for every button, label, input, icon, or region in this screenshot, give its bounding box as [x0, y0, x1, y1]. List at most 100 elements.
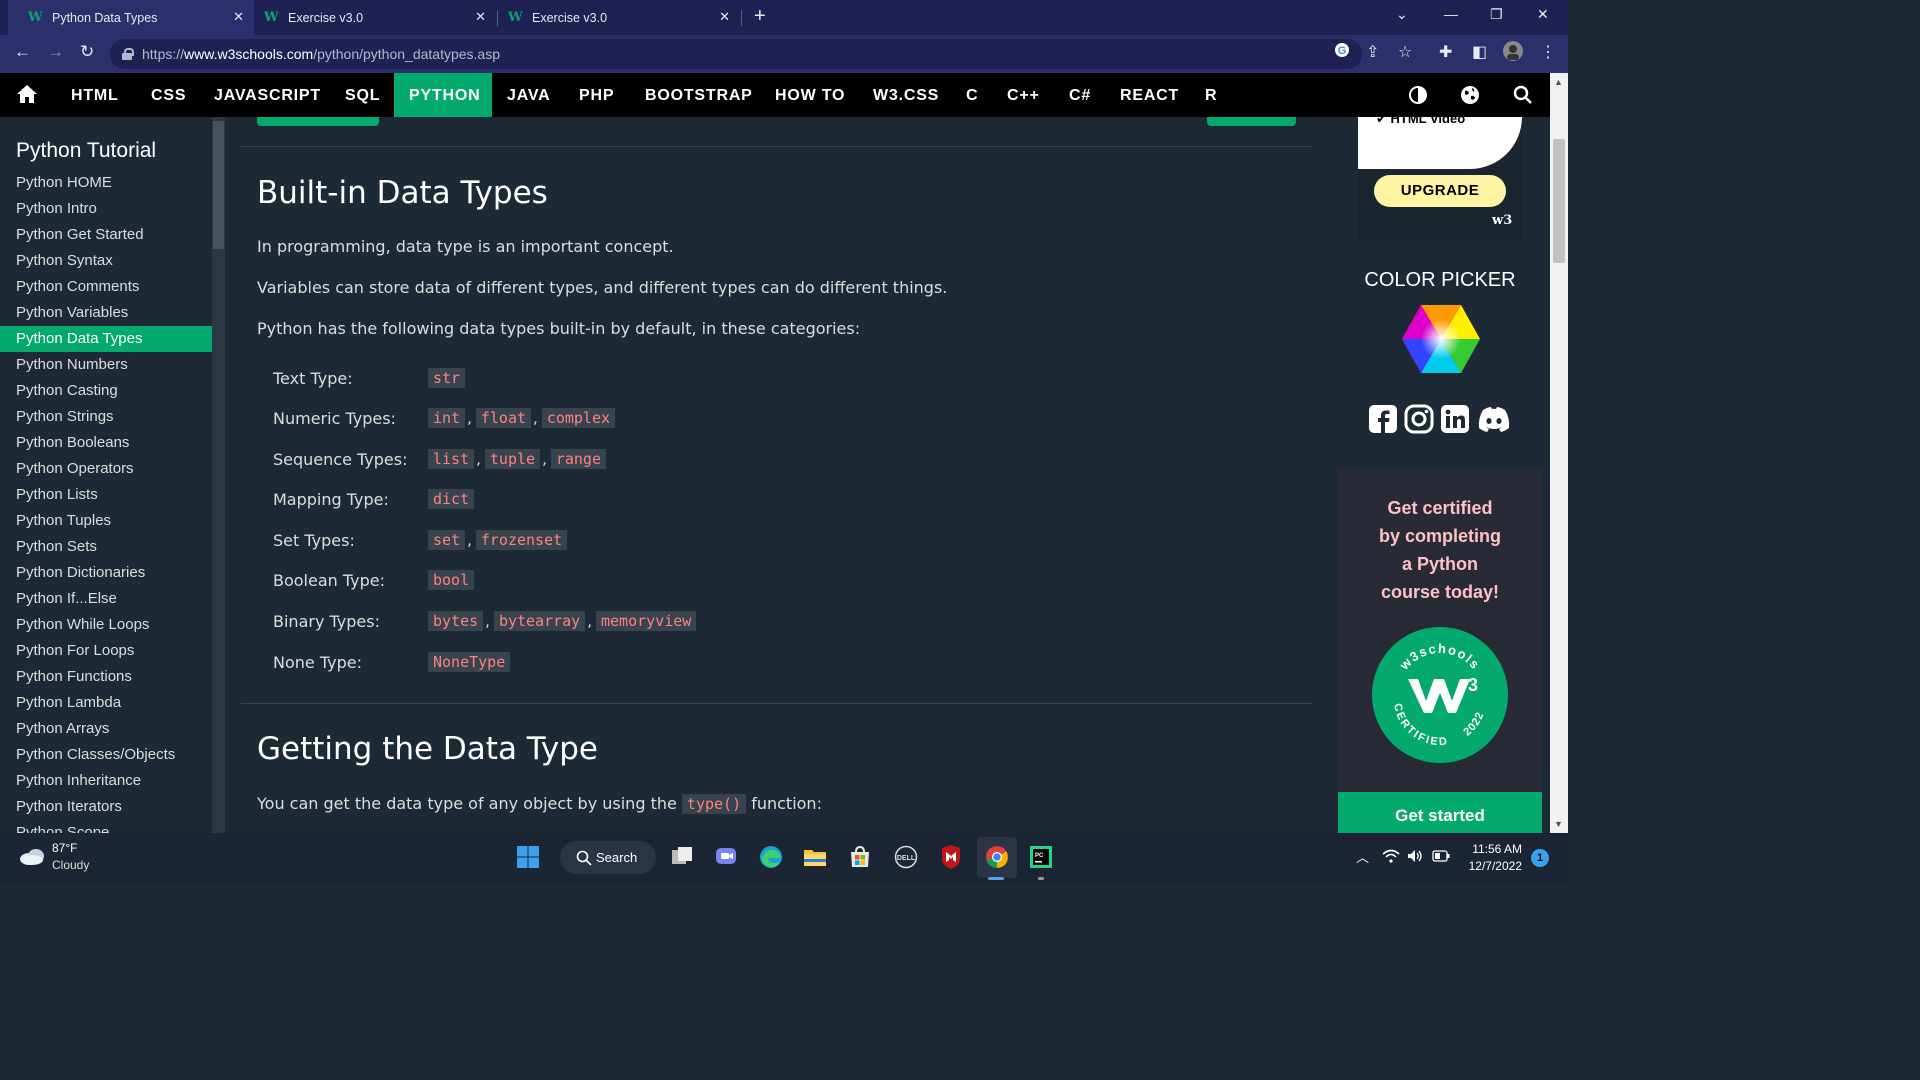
nav-css[interactable]: CSS [136, 73, 201, 117]
sidebar-item-python-inheritance[interactable]: Python Inheritance [0, 768, 212, 794]
sidebar-item-python-variables[interactable]: Python Variables [0, 300, 212, 326]
browser-tab[interactable]: W Python Data Types ✕ [8, 0, 254, 35]
sidebar-item-python-comments[interactable]: Python Comments [0, 274, 212, 300]
discord-icon[interactable] [1476, 404, 1512, 434]
sidebar-item-python-operators[interactable]: Python Operators [0, 456, 212, 482]
sidebar-item-python-lambda[interactable]: Python Lambda [0, 690, 212, 716]
weather-temperature[interactable]: 87°F [52, 841, 77, 855]
nav-r[interactable]: R [1190, 73, 1232, 117]
file-explorer-icon[interactable] [803, 845, 827, 869]
chrome-menu-icon[interactable]: ⋮ [1540, 42, 1556, 62]
task-view-icon[interactable] [670, 845, 694, 869]
next-button[interactable] [1207, 117, 1296, 126]
color-picker-title[interactable]: COLOR PICKER [1328, 269, 1552, 292]
nav-python[interactable]: PYTHON [394, 73, 492, 117]
battery-icon[interactable] [1432, 850, 1450, 862]
sidebar-item-python-syntax[interactable]: Python Syntax [0, 248, 212, 274]
reload-icon[interactable]: ↻ [80, 42, 94, 62]
nav-java[interactable]: JAVA [492, 73, 566, 117]
url-text[interactable]: https://www.w3schools.com/python/python_… [142, 46, 500, 62]
volume-icon[interactable] [1407, 849, 1423, 863]
sidebar-item-python-numbers[interactable]: Python Numbers [0, 352, 212, 378]
page-scrollbar[interactable]: ▲ ▼ [1550, 73, 1568, 833]
nav-bootstrap[interactable]: BOOTSTRAP [630, 73, 768, 117]
google-lens-icon[interactable]: G [1334, 42, 1350, 63]
windows-start-icon[interactable] [516, 845, 540, 869]
tab-search-chevron-icon[interactable]: ⌄ [1396, 6, 1408, 23]
nav-cpp[interactable]: C++ [992, 73, 1055, 117]
sidebar-item-python-dictionaries[interactable]: Python Dictionaries [0, 560, 212, 586]
side-panel-icon[interactable]: ◧ [1472, 42, 1487, 62]
nav-w3css[interactable]: W3.CSS [858, 73, 954, 117]
sidebar-item-python-functions[interactable]: Python Functions [0, 664, 212, 690]
color-picker-icon[interactable] [1402, 303, 1480, 375]
cloudy-weather-icon[interactable] [18, 845, 46, 867]
show-hidden-icons-chevron-icon[interactable]: ︿ [1356, 847, 1369, 866]
notification-badge[interactable]: 1 [1531, 849, 1549, 867]
nav-javascript[interactable]: JAVASCRIPT [199, 73, 336, 117]
close-tab-icon[interactable]: ✕ [719, 9, 730, 25]
extensions-puzzle-icon[interactable]: ✚ [1439, 42, 1452, 62]
sidebar-item-python-if-else[interactable]: Python If...Else [0, 586, 212, 612]
minimize-icon[interactable]: — [1444, 6, 1458, 22]
nav-html[interactable]: HTML [56, 73, 134, 117]
nav-how-to[interactable]: HOW TO [760, 73, 860, 117]
sidebar-item-python-casting[interactable]: Python Casting [0, 378, 212, 404]
sidebar-item-python-tuples[interactable]: Python Tuples [0, 508, 212, 534]
share-icon[interactable]: ⇪ [1366, 42, 1379, 62]
nav-sql[interactable]: SQL [330, 73, 395, 117]
nav-c[interactable]: C [951, 73, 993, 117]
search-icon[interactable] [1513, 85, 1533, 105]
taskbar-search[interactable]: Search [560, 841, 656, 874]
nav-php[interactable]: PHP [564, 73, 629, 117]
sidebar-scrollbar-thumb[interactable] [213, 121, 224, 249]
pycharm-icon[interactable]: PC [1029, 845, 1053, 869]
nav-csharp[interactable]: C# [1054, 73, 1106, 117]
teams-chat-icon[interactable] [714, 845, 738, 869]
sidebar-item-python-while-loops[interactable]: Python While Loops [0, 612, 212, 638]
sidebar-item-python-lists[interactable]: Python Lists [0, 482, 212, 508]
sidebar-item-python-classes-objects[interactable]: Python Classes/Objects [0, 742, 212, 768]
browser-tab[interactable]: W Exercise v3.0 ✕ [498, 0, 740, 35]
bookmark-star-icon[interactable]: ☆ [1398, 42, 1412, 62]
get-started-button[interactable]: Get started [1338, 792, 1542, 833]
microsoft-store-icon[interactable] [848, 845, 872, 869]
address-bar[interactable]: https://www.w3schools.com/python/python_… [110, 39, 1362, 69]
restore-icon[interactable]: ❐ [1490, 6, 1503, 23]
dell-icon[interactable]: DELL [894, 845, 918, 869]
upgrade-promo[interactable]: ✔ HTML Video UPGRADE w3 [1358, 117, 1522, 241]
previous-button[interactable] [257, 117, 379, 126]
chrome-icon[interactable] [985, 845, 1009, 869]
home-icon[interactable] [16, 83, 38, 105]
page-scrollbar-thumb[interactable] [1553, 139, 1565, 263]
edge-browser-icon[interactable] [759, 845, 783, 869]
linkedin-icon[interactable] [1440, 404, 1470, 434]
sidebar-item-python-for-loops[interactable]: Python For Loops [0, 638, 212, 664]
wifi-icon[interactable] [1382, 849, 1400, 863]
sidebar-item-python-booleans[interactable]: Python Booleans [0, 430, 212, 456]
lock-icon[interactable] [122, 48, 134, 60]
sidebar-item-python-iterators[interactable]: Python Iterators [0, 794, 212, 820]
nav-react[interactable]: REACT [1105, 73, 1194, 117]
back-icon[interactable]: ← [14, 42, 31, 62]
close-tab-icon[interactable]: ✕ [475, 9, 486, 25]
sidebar-item-python-intro[interactable]: Python Intro [0, 196, 212, 222]
dark-mode-toggle-icon[interactable] [1408, 85, 1428, 105]
sidebar-item-python-get-started[interactable]: Python Get Started [0, 222, 212, 248]
instagram-icon[interactable] [1404, 404, 1434, 434]
weather-condition[interactable]: Cloudy [52, 858, 89, 872]
sidebar-item-python-arrays[interactable]: Python Arrays [0, 716, 212, 742]
browser-tab[interactable]: W Exercise v3.0 ✕ [254, 0, 496, 35]
facebook-icon[interactable] [1368, 404, 1398, 434]
globe-icon[interactable] [1460, 85, 1480, 105]
new-tab-icon[interactable]: + [754, 5, 766, 28]
mcafee-icon[interactable] [939, 845, 963, 869]
sidebar-item-python-scope[interactable]: Python Scope [0, 820, 212, 833]
scroll-up-arrow-icon[interactable]: ▲ [1554, 77, 1563, 87]
close-window-icon[interactable]: ✕ [1537, 6, 1549, 23]
close-tab-icon[interactable]: ✕ [233, 9, 244, 25]
system-clock[interactable]: 11:56 AM 12/7/2022 [1466, 841, 1522, 875]
sidebar-item-python-sets[interactable]: Python Sets [0, 534, 212, 560]
forward-icon[interactable]: → [47, 42, 64, 62]
scroll-down-arrow-icon[interactable]: ▼ [1554, 819, 1563, 829]
